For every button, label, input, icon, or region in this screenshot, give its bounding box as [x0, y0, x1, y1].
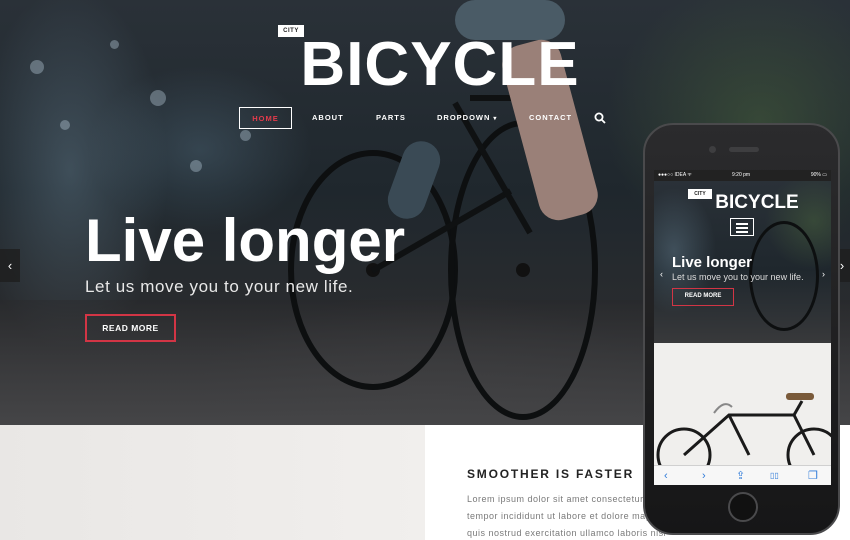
mobile-read-more-button[interactable]: READ MORE — [672, 288, 734, 306]
mobile-hero: CITY BICYCLE ‹ › Live longer Let us move… — [654, 181, 831, 343]
mobile-prev-arrow-icon[interactable]: ‹ — [660, 269, 663, 279]
site-logo[interactable]: BICYCLE — [300, 30, 580, 100]
nav-contact[interactable]: CONTACT — [529, 107, 572, 129]
phone-speaker — [729, 147, 759, 152]
nav-dropdown-label: DROPDOWN — [437, 113, 491, 122]
nav-home[interactable]: HOME — [239, 107, 292, 129]
mobile-headline: Live longer — [672, 254, 753, 271]
hamburger-menu-icon[interactable] — [730, 218, 754, 236]
nav-parts[interactable]: PARTS — [376, 107, 406, 129]
forward-icon[interactable]: › — [702, 469, 706, 483]
hero-headline: Live longer — [85, 207, 406, 274]
phone-screen: ●●●○○ IDEA ᯤ 9:20 pm 90% ▭ CITY BICYCLE … — [654, 170, 831, 485]
tabs-icon[interactable]: ❐ — [808, 469, 818, 483]
nav-dropdown[interactable]: DROPDOWN ▾ — [437, 107, 497, 129]
mobile-bike-photo — [654, 343, 831, 483]
status-carrier: ●●●○○ IDEA ᯤ — [658, 172, 692, 178]
bokeh-light — [150, 90, 166, 106]
share-icon[interactable]: ⇪ — [736, 469, 745, 483]
phone-mockup: ●●●○○ IDEA ᯤ 9:20 pm 90% ▭ CITY BICYCLE … — [643, 123, 840, 535]
feature-heading: SMOOTHER IS FASTER — [467, 467, 635, 481]
browser-toolbar: ‹ › ⇪ ▯▯ ❐ — [654, 465, 831, 485]
status-battery: 90% ▭ — [810, 172, 827, 178]
nav-about[interactable]: ABOUT — [312, 107, 344, 129]
search-icon[interactable] — [594, 112, 606, 124]
bicycle-image — [656, 393, 831, 483]
bokeh-light — [110, 40, 119, 49]
phone-camera — [709, 146, 716, 153]
hero-subline: Let us move you to your new life. — [85, 277, 354, 296]
back-icon[interactable]: ‹ — [664, 469, 668, 483]
phone-status-bar: ●●●○○ IDEA ᯤ 9:20 pm 90% ▭ — [654, 170, 831, 181]
read-more-button[interactable]: READ MORE — [85, 314, 176, 342]
bokeh-light — [60, 120, 70, 130]
mobile-subline: Let us move you to your new life. — [672, 272, 804, 282]
feature-paragraph-line: quis nostrud exercitation ullamco labori… — [467, 528, 667, 538]
mobile-logo[interactable]: BICYCLE — [702, 191, 812, 215]
bokeh-light — [30, 60, 44, 74]
status-time: 9:20 pm — [732, 172, 751, 178]
bokeh-light — [240, 130, 251, 141]
chevron-down-icon: ▾ — [493, 116, 498, 122]
mobile-next-arrow-icon[interactable]: › — [822, 269, 825, 279]
home-button[interactable] — [728, 492, 758, 522]
feature-image — [0, 425, 425, 540]
bokeh-light — [190, 160, 202, 172]
bookmarks-icon[interactable]: ▯▯ — [770, 469, 779, 483]
prev-slide-arrow-icon[interactable]: ‹ — [0, 249, 20, 282]
